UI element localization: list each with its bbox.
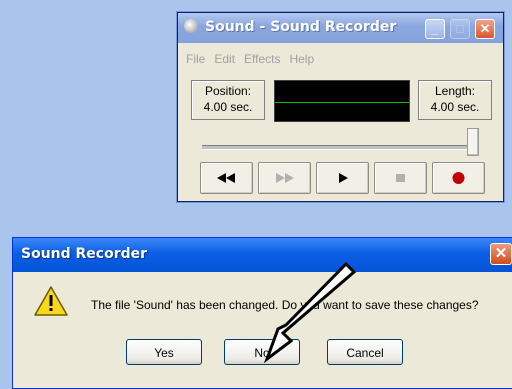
length-panel: Length: 4.00 sec. [418,80,492,120]
record-dot [452,172,465,184]
menu-bar: File Edit Effects Help [186,52,323,66]
window-title: Sound - Sound Recorder [205,19,397,35]
stop-icon [396,174,405,182]
stop-button [374,162,427,194]
yes-button[interactable]: Yes [126,339,202,365]
position-slider-thumb[interactable] [467,128,479,156]
record-icon [452,172,465,184]
close-icon: ✕ [479,21,491,36]
close-icon: ✕ [494,245,508,262]
length-value: 4.00 sec. [430,100,480,114]
sound-recorder-window: Sound - Sound Recorder _ □ ✕ File Edit Eff… [177,12,504,202]
minimize-button[interactable]: _ [425,19,445,39]
play-icon [339,173,348,183]
dialog-title: Sound Recorder [21,246,148,262]
length-label: Length: [434,84,476,98]
maximize-button: □ [450,19,470,39]
speaker-icon [184,19,198,33]
position-value: 4.00 sec. [203,100,253,114]
close-button[interactable]: ✕ [475,19,495,39]
menu-help[interactable]: Help [290,52,315,66]
seek-to-end-icon [276,173,294,183]
menu-edit[interactable]: Edit [214,52,235,66]
seek-to-start-icon [217,173,235,183]
record-button[interactable] [432,162,485,194]
menu-file[interactable]: File [186,52,205,66]
dialog-close-button[interactable]: ✕ [490,243,512,265]
title-bar[interactable]: Sound - Sound Recorder _ □ ✕ [178,13,503,43]
waveform-line [275,102,409,103]
position-label: Position: [204,84,252,98]
seek-to-start-button[interactable] [200,162,253,194]
minimize-icon: _ [431,21,439,36]
warning-icon [34,286,68,316]
seek-to-end-button [258,162,311,194]
annotation-arrow-icon [263,261,357,363]
play-button[interactable] [316,162,369,194]
waveform-display [274,80,410,122]
menu-effects[interactable]: Effects [244,52,280,66]
position-panel: Position: 4.00 sec. [191,80,265,120]
position-slider-track[interactable] [202,145,477,150]
maximize-icon: □ [456,21,464,36]
